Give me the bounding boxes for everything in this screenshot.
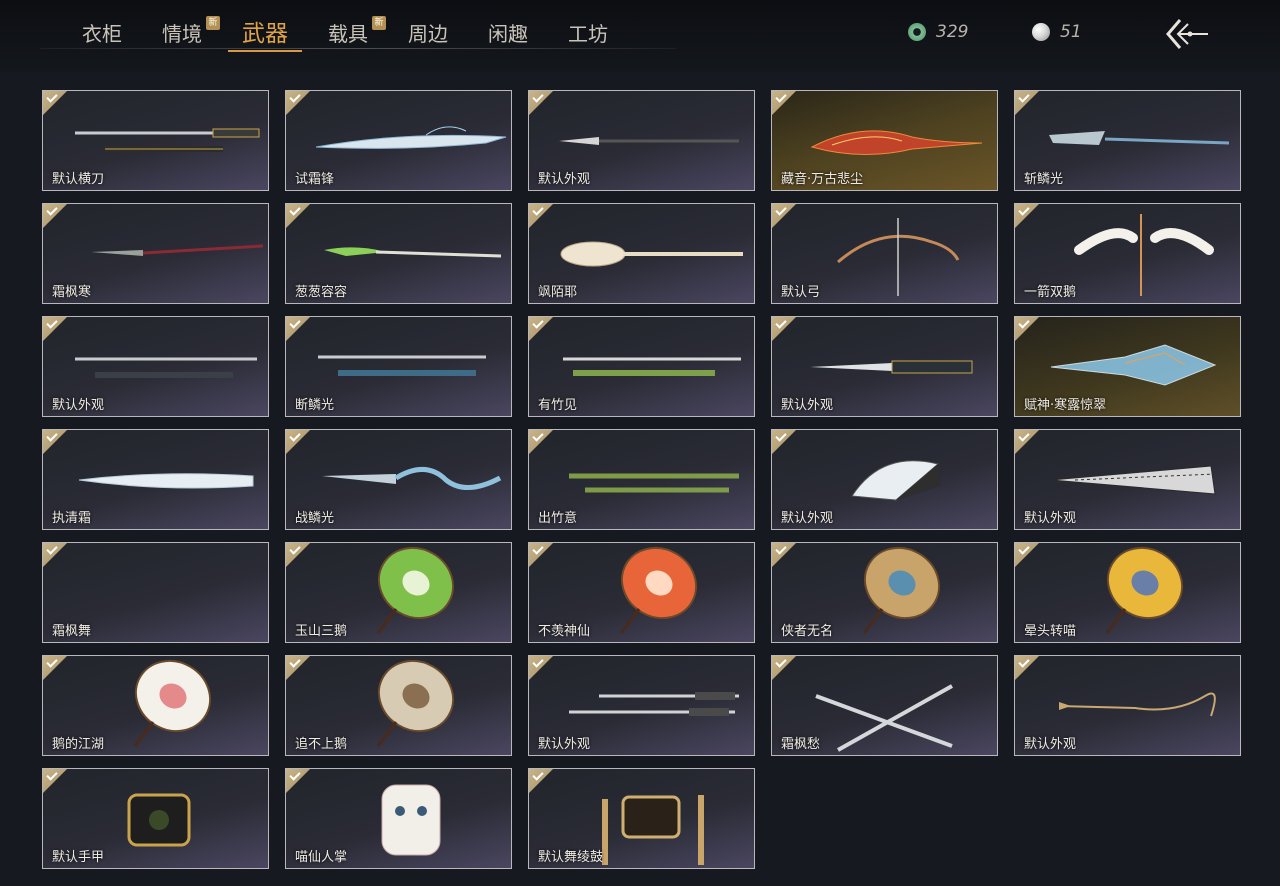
weapon-card-label: 默认舞绫鼓	[538, 850, 604, 865]
weapon-card-label: 玉山三鹅	[295, 624, 348, 639]
weapon-card-label: 喵仙人掌	[295, 850, 348, 865]
weapon-card[interactable]: 执清霜	[42, 429, 269, 530]
tab-label: 衣柜	[82, 22, 122, 46]
jade-currency-value: 329	[936, 22, 969, 42]
weapon-card-label: 藏音·万古悲尘	[781, 172, 864, 187]
weapon-card-label: 默认外观	[1024, 511, 1077, 526]
weapon-card-label: 不羡神仙	[538, 624, 591, 639]
weapon-card[interactable]: 默认外观	[528, 90, 755, 191]
weapon-card-label: 执清霜	[52, 511, 92, 526]
owned-check-icon	[43, 543, 67, 567]
pearl-currency-value: 51	[1060, 22, 1082, 42]
weapon-card[interactable]: 默认外观	[1014, 655, 1241, 756]
new-badge: 新	[372, 16, 386, 30]
pearl-icon	[1032, 23, 1050, 41]
top-bar: 衣柜 情境新武器 载具新周边 闲趣 工坊 329 51	[0, 0, 1280, 72]
weapon-card-label: 默认弓	[781, 285, 821, 300]
weapon-card[interactable]: 出竹意	[528, 429, 755, 530]
weapon-card-label: 断鳞光	[295, 398, 335, 413]
tab-label: 工坊	[568, 22, 608, 46]
tab-label: 情境	[162, 22, 202, 46]
weapon-card[interactable]: 玉山三鹅	[285, 542, 512, 643]
weapon-card-label: 默认外观	[1024, 737, 1077, 752]
weapon-card[interactable]: 试霜锋	[285, 90, 512, 191]
weapon-card[interactable]: 葱葱容容	[285, 203, 512, 304]
weapon-card[interactable]: 藏音·万古悲尘	[771, 90, 998, 191]
weapon-card[interactable]: 一箭双鹅	[1014, 203, 1241, 304]
new-badge: 新	[206, 16, 220, 30]
tab-label: 闲趣	[488, 22, 528, 46]
weapon-card-label: 出竹意	[538, 511, 578, 526]
weapon-card-label: 默认手甲	[52, 850, 105, 865]
weapon-card-label: 战鳞光	[295, 511, 335, 526]
weapon-card-label: 鹅的江湖	[52, 737, 105, 752]
weapon-card[interactable]: 有竹见	[528, 316, 755, 417]
weapon-card-label: 晕头转喵	[1024, 624, 1077, 639]
weapon-card[interactable]: 侠者无名	[771, 542, 998, 643]
back-button[interactable]	[1162, 16, 1214, 52]
weapon-card[interactable]: 飒陌耶	[528, 203, 755, 304]
weapon-card[interactable]: 晕头转喵	[1014, 542, 1241, 643]
back-arrow-icon	[1166, 19, 1208, 49]
weapon-card[interactable]: 默认外观	[1014, 429, 1241, 530]
weapon-card[interactable]: 默认外观	[771, 429, 998, 530]
weapon-card-label: 试霜锋	[295, 172, 335, 187]
jade-currency: 329	[908, 20, 968, 44]
weapon-card[interactable]: 霜枫寒	[42, 203, 269, 304]
weapon-card[interactable]: 霜枫舞	[42, 542, 269, 643]
weapon-card-label: 霜枫寒	[52, 285, 92, 300]
weapon-card[interactable]: 霜枫愁	[771, 655, 998, 756]
jade-coin-icon	[908, 23, 926, 41]
tab-divider	[40, 48, 676, 49]
weapon-card[interactable]: 断鳞光	[285, 316, 512, 417]
pearl-currency: 51	[1032, 20, 1082, 44]
weapon-card[interactable]: 默认外观	[42, 316, 269, 417]
weapon-card-label: 默认外观	[538, 172, 591, 187]
tab-label: 武器	[242, 21, 288, 47]
weapon-card[interactable]: 默认外观	[771, 316, 998, 417]
weapon-card[interactable]: 默认外观	[528, 655, 755, 756]
weapon-card[interactable]: 赋神·寒露惊翠	[1014, 316, 1241, 417]
weapon-card-label: 默认横刀	[52, 172, 105, 187]
weapon-card[interactable]: 不羡神仙	[528, 542, 755, 643]
weapon-card[interactable]: 追不上鹅	[285, 655, 512, 756]
weapon-card[interactable]: 鹅的江湖	[42, 655, 269, 756]
weapon-card[interactable]: 默认横刀	[42, 90, 269, 191]
weapon-card-label: 默认外观	[781, 511, 834, 526]
weapon-card-label: 默认外观	[52, 398, 105, 413]
weapon-card[interactable]: 战鳞光	[285, 429, 512, 530]
weapon-card-label: 霜枫愁	[781, 737, 821, 752]
tab-label: 载具	[328, 22, 368, 46]
weapon-card[interactable]: 默认弓	[771, 203, 998, 304]
weapon-card-label: 默认外观	[538, 737, 591, 752]
weapon-card-label: 默认外观	[781, 398, 834, 413]
weapon-card-label: 霜枫舞	[52, 624, 92, 639]
weapon-card[interactable]: 默认舞绫鼓	[528, 768, 755, 869]
weapon-card-label: 有竹见	[538, 398, 578, 413]
weapon-card-label: 葱葱容容	[295, 285, 348, 300]
weapon-card[interactable]: 默认手甲	[42, 768, 269, 869]
weapon-card[interactable]: 斩鳞光	[1014, 90, 1241, 191]
weapon-card-label: 追不上鹅	[295, 737, 348, 752]
tab-label: 周边	[408, 22, 448, 46]
weapon-card-label: 赋神·寒露惊翠	[1024, 398, 1107, 413]
weapon-card-label: 侠者无名	[781, 624, 834, 639]
weapon-card-label: 一箭双鹅	[1024, 285, 1077, 300]
weapon-card-label: 飒陌耶	[538, 285, 578, 300]
weapon-card[interactable]: 喵仙人掌	[285, 768, 512, 869]
weapon-card-label: 斩鳞光	[1024, 172, 1064, 187]
